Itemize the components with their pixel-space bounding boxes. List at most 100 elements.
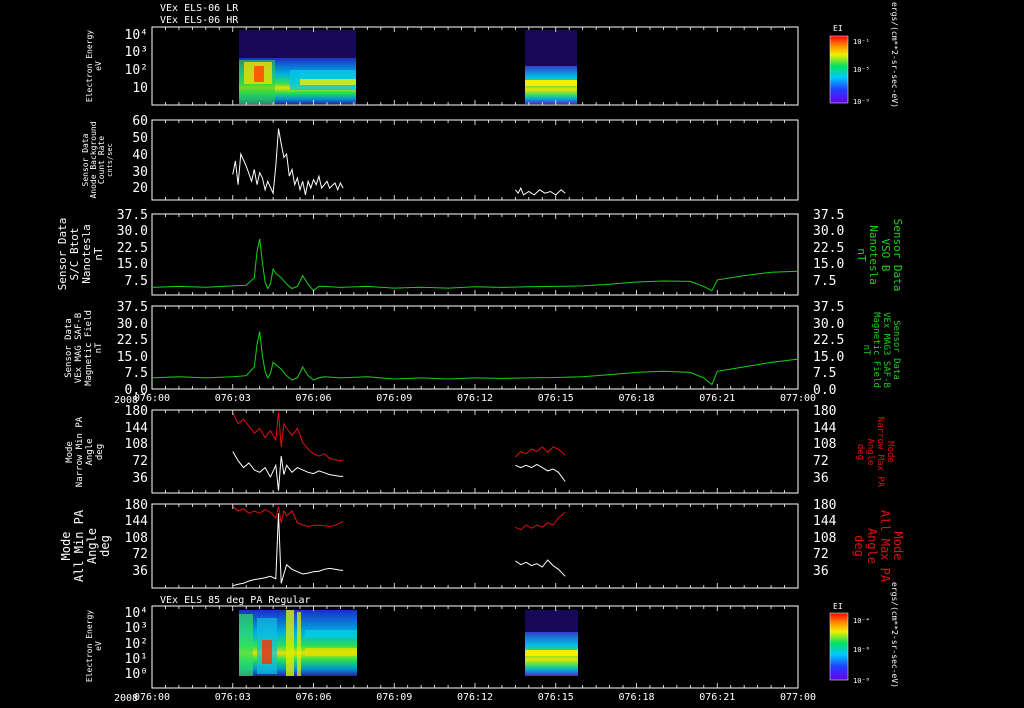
title-bottom: VEx ELS 85 deg PA Regular — [160, 595, 311, 606]
p4-right-tick-label: 37.5 — [813, 300, 844, 315]
p4-right-tick-label: 0.0 — [813, 383, 836, 398]
x-axis-bottom-tick-label: 076:06 — [295, 692, 331, 703]
series-line-narrow-max-pa-1 — [515, 446, 566, 458]
p5-left-label-line2: Narrow Min PA — [75, 416, 85, 487]
x-axis-mid-tick-label: 077:00 — [780, 393, 816, 404]
title-line2: VEx ELS-06 HR — [160, 15, 239, 26]
x-axis-bottom-tick-label: 076:18 — [618, 692, 654, 703]
p3-right-tick-label: 37.5 — [813, 208, 844, 223]
p2-tick-label: 60 — [132, 114, 148, 129]
p3-tick-label: 30.0 — [117, 224, 148, 239]
p6-right-tick-label: 144 — [813, 514, 837, 529]
p6-tick-label: 108 — [125, 531, 148, 546]
p3-right-label-line4: nT — [855, 248, 868, 262]
p4-tick-label: 30.0 — [117, 317, 148, 332]
colorbar-top: EI 10⁻¹ 10⁻⁵ 10⁻⁹ ergs/(cm**2-sr-sec-eV) — [829, 2, 899, 108]
p6-left-label-line1: Mode — [59, 532, 73, 561]
p4-left-label-line1: Sensor Data — [64, 318, 74, 378]
p5-left-label-line1: Mode — [65, 441, 75, 463]
panel-count-rate-frame — [151, 119, 799, 201]
p7-tick-label: 10⁰ — [125, 667, 148, 682]
p5-tick-label: 72 — [132, 454, 148, 469]
p1-tick-label: 10² — [125, 63, 148, 78]
x-axis-bottom-tick-label: 076:09 — [376, 692, 412, 703]
p1-tick-label: 10³ — [125, 45, 148, 60]
p6-tick-label: 144 — [125, 514, 149, 529]
p5-right-label-line4: deg — [855, 444, 865, 460]
p3-right-tick-label: 30.0 — [813, 224, 844, 239]
panel-all-pa-frame — [151, 503, 799, 589]
p6-right-tick-label: 108 — [813, 531, 836, 546]
x-axis-mid-tick-label: 076:18 — [618, 393, 654, 404]
p5-right-label-line3: Angle — [865, 438, 875, 465]
colorbar-top-tick-2: 10⁻⁵ — [853, 66, 870, 74]
series-line-background-count-rate-0 — [232, 128, 344, 196]
colorbar-bottom-title: EI — [833, 602, 843, 611]
p4-tick-label: 15.0 — [117, 350, 148, 365]
p4-right-label-line3: Magnetic Field — [871, 312, 881, 388]
p5-right-tick-label: 72 — [813, 454, 829, 469]
series-line-narrow-min-pa-1 — [515, 463, 566, 482]
p3-tick-label: 22.5 — [117, 241, 148, 256]
p5-tick-label: 180 — [125, 404, 148, 419]
p4-right-label-line1: Sensor Data — [891, 320, 901, 380]
p5-right-label-line1: Mode — [885, 441, 895, 463]
p5-tick-label: 108 — [125, 437, 148, 452]
p4-tick-label: 37.5 — [117, 300, 148, 315]
series-line-narrow-min-pa-0 — [232, 451, 344, 491]
x-axis-mid-tick-label: 076:00 — [134, 393, 170, 404]
p4-left-label-line4: nT — [94, 342, 104, 353]
p4-right-tick-label: 22.5 — [813, 333, 844, 348]
x-axis-bottom-tick-label: 076:21 — [699, 692, 735, 703]
p6-right-label-line2: All Max PA — [878, 510, 892, 583]
colorbar-top-title: EI — [833, 24, 843, 33]
p2-tick-label: 50 — [132, 131, 148, 146]
colorbar-bottom-tick-1: 10⁻⁴ — [853, 617, 870, 625]
x-axis-bottom-tick-label: 076:15 — [538, 692, 574, 703]
x-axis-ticks-mid: 076:00 076:03 076:06 076:09 076:12 076:15 076:… — [134, 393, 816, 404]
x-axis-mid-tick-label: 076:15 — [538, 393, 574, 404]
p3-right-tick-label: 7.5 — [813, 274, 836, 289]
series-line-all-max-pa-1 — [515, 512, 566, 531]
p5-right-tick-label: 144 — [813, 421, 837, 436]
p5-right-tick-label: 108 — [813, 437, 836, 452]
p3-left-label-line4: nT — [92, 247, 105, 261]
p3-right-tick-label: 22.5 — [813, 241, 844, 256]
p3-tick-label: 7.5 — [125, 274, 148, 289]
p6-right-label-line4: deg — [852, 535, 866, 557]
p2-left-label-line4: cnts/sec — [106, 143, 114, 177]
spectrogram-bottom — [239, 610, 578, 676]
p5-tick-label: 144 — [125, 421, 149, 436]
colorbar-bottom-tick-3: 10⁻⁸ — [853, 677, 870, 685]
p4-right-tick-label: 7.5 — [813, 366, 836, 381]
x-axis-mid-tick-label: 076:12 — [457, 393, 493, 404]
series-line-all-max-pa-0 — [232, 505, 344, 527]
p5-left-label-line4: deg — [95, 444, 105, 460]
p7-tick-label: 10¹ — [125, 652, 148, 667]
title-line1: VEx ELS-06 LR — [160, 3, 239, 14]
series-line-sc-btot-0 — [151, 238, 799, 292]
p3-tick-label: 15.0 — [117, 257, 148, 272]
p6-left-label-line4: deg — [98, 535, 112, 557]
x-axis-mid-tick-label: 076:06 — [295, 393, 331, 404]
x-axis-mid-tick-label: 076:03 — [215, 393, 251, 404]
p1-tick-label: 10⁴ — [125, 28, 148, 43]
colorbar-top-units: ergs/(cm**2-sr-sec-eV) — [890, 2, 899, 108]
p4-right-label-line4: nT — [861, 345, 871, 356]
x-axis-bottom-tick-label: 077:00 — [780, 692, 816, 703]
p7-tick-label: 10² — [125, 637, 148, 652]
p5-right-tick-label: 36 — [813, 471, 829, 486]
series-lines — [151, 27, 799, 688]
p2-tick-label: 40 — [132, 148, 148, 163]
x-axis-bottom-tick-label: 076:00 — [134, 692, 170, 703]
x-axis-mid-tick-label: 076:09 — [376, 393, 412, 404]
series-line-all-min-pa-0 — [232, 513, 344, 587]
p4-right-tick-label: 15.0 — [813, 350, 844, 365]
p1-left-label-line1: Electron Energy — [85, 30, 94, 102]
colorbar-bottom-tick-2: 10⁻⁶ — [853, 646, 870, 654]
p4-tick-label: 7.5 — [125, 366, 148, 381]
p6-right-label-line3: Angle — [865, 528, 879, 564]
p5-tick-label: 36 — [132, 471, 148, 486]
p6-right-label-line1: Mode — [891, 532, 905, 561]
p7-left-label-line2: eV — [94, 641, 103, 651]
